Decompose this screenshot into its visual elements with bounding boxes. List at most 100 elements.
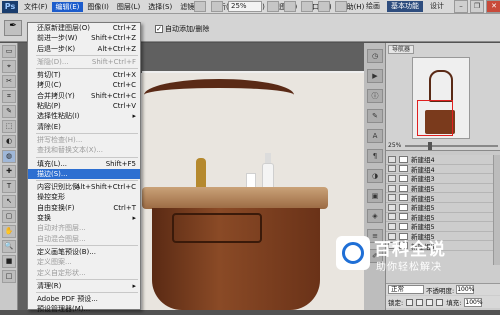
layer-row[interactable]: 新建组5 [386, 222, 500, 232]
layer-row[interactable]: 新建组4 [386, 155, 500, 165]
lock-transparency-icon[interactable] [406, 298, 414, 306]
layer-row[interactable]: 新建组5 [386, 193, 500, 203]
lock-image-icon[interactable] [416, 298, 424, 306]
menu-4[interactable]: 选择(S) [144, 2, 176, 12]
edit-menu-item[interactable]: 变换 ▸ [28, 213, 140, 223]
workspace-design[interactable]: 设计 [426, 1, 448, 12]
layer-visibility-eye-icon[interactable] [388, 155, 396, 163]
fill-input[interactable]: 100% [464, 297, 483, 307]
tool-10-icon[interactable]: ↖ [2, 195, 16, 208]
layers-scrollbar[interactable] [493, 155, 500, 265]
auto-add-delete-option[interactable]: ✓ 自动添加/删除 [155, 24, 209, 34]
edit-menu-item-label: 定义图案... [37, 258, 72, 267]
layer-row[interactable]: 新建组4 [386, 165, 500, 175]
masks-panel-icon[interactable]: ▣ [367, 189, 383, 203]
mini-bridge-button[interactable] [211, 1, 223, 12]
navigator-zoom-slider[interactable] [405, 141, 498, 150]
adjustments-panel-icon[interactable]: ◑ [367, 169, 383, 183]
edit-menu-item[interactable]: 粘贴(P) Ctrl+V [28, 101, 140, 111]
arrange-documents-button[interactable] [318, 1, 330, 12]
layer-name: 新建组5 [411, 223, 435, 232]
tool-6-icon[interactable]: ◐ [2, 135, 16, 148]
layer-visibility-eye-icon[interactable] [388, 184, 396, 192]
edit-menu-item-label: 合并拷贝(Y) [37, 91, 75, 100]
layer-visibility-eye-icon[interactable] [388, 203, 396, 211]
restore-button[interactable]: ❐ [470, 0, 484, 13]
workspace-painting[interactable]: 绘画 [362, 1, 384, 12]
layer-visibility-eye-icon[interactable] [388, 213, 396, 221]
menu-1[interactable]: 编辑(E) [51, 2, 84, 12]
edit-menu-item[interactable]: 操控变形 [28, 192, 140, 202]
blend-mode-select[interactable]: 正常 [388, 285, 424, 294]
tool-3-icon[interactable]: ⌗ [2, 90, 16, 103]
edit-menu-item[interactable]: 选择性粘贴(I) ▸ [28, 111, 140, 121]
edit-menu-item[interactable]: Adobe PDF 预设... [28, 294, 140, 304]
edit-menu-item[interactable]: 清除(E) [28, 122, 140, 132]
layer-visibility-eye-icon[interactable] [388, 222, 396, 230]
navigator-thumbnail[interactable] [412, 57, 470, 139]
history-panel-icon[interactable]: ◷ [367, 49, 383, 63]
edit-menu-item[interactable]: 定义画笔预设(B)... [28, 247, 140, 257]
edit-menu-item[interactable]: 还原新建图层(O) Ctrl+Z [28, 23, 140, 33]
edit-menu-item-label: 描边(S)... [37, 169, 68, 178]
edit-menu-item[interactable]: 后退一步(K) Alt+Ctrl+Z [28, 44, 140, 54]
edit-menu-item[interactable]: 描边(S)... [28, 168, 140, 180]
pen-tool-preset-icon[interactable]: ✒ [4, 20, 22, 36]
watermark: 百科全说 助你轻松解决 [336, 232, 486, 282]
close-button[interactable]: ✕ [486, 0, 500, 13]
layer-visibility-eye-icon[interactable] [388, 194, 396, 202]
navigator-zoom-knob[interactable] [428, 141, 433, 150]
paragraph-panel-icon[interactable]: ¶ [367, 149, 383, 163]
edit-menu-item[interactable]: 前进一步(W) Shift+Ctrl+Z [28, 33, 140, 43]
screen-mode-button[interactable] [335, 1, 347, 12]
info-panel-icon[interactable]: ⓘ [367, 89, 383, 103]
tool-14-icon[interactable]: ■ [2, 255, 16, 268]
edit-menu-item[interactable]: 自由变换(F) Ctrl+T [28, 203, 140, 213]
hand-tool-button[interactable] [267, 1, 279, 12]
opacity-input[interactable]: 100% [456, 285, 474, 294]
layer-row[interactable]: 新建组3 [386, 174, 500, 184]
workspace-essentials[interactable]: 基本功能 [387, 1, 423, 12]
tool-7-icon[interactable]: ◍ [2, 150, 16, 163]
auto-add-delete-checkbox[interactable]: ✓ [155, 25, 163, 33]
tool-1-icon[interactable]: ⌖ [2, 60, 16, 73]
edit-menu-item[interactable]: 清理(R) ▸ [28, 281, 140, 291]
actions-panel-icon[interactable]: ▶ [367, 69, 383, 83]
lock-all-icon[interactable] [436, 298, 444, 306]
tool-9-icon[interactable]: T [2, 180, 16, 193]
tool-0-icon[interactable]: ▭ [2, 45, 16, 58]
menu-0[interactable]: 文件(F) [20, 2, 52, 12]
character-panel-icon[interactable]: A [367, 129, 383, 143]
minimize-button[interactable]: – [454, 0, 468, 13]
zoom-select[interactable]: 25% [228, 1, 262, 12]
tool-2-icon[interactable]: ✂ [2, 75, 16, 88]
navigator-tab[interactable]: 导航器 [388, 45, 415, 54]
edit-menu-item[interactable]: 剪切(T) Ctrl+X [28, 70, 140, 80]
edit-menu-item: 定义自定形状... [28, 268, 140, 278]
zoom-tool-button[interactable] [284, 1, 296, 12]
layer-row[interactable]: 新建组5 [386, 184, 500, 194]
menu-3[interactable]: 图层(L) [113, 2, 144, 12]
edit-menu-item[interactable]: 内容识别比例 Alt+Shift+Ctrl+C [28, 182, 140, 192]
layer-row[interactable]: 新建组5 [386, 213, 500, 223]
tool-5-icon[interactable]: ⬚ [2, 120, 16, 133]
brush-panel-icon[interactable]: ✎ [367, 109, 383, 123]
edit-menu-item[interactable]: 填充(L)... Shift+F5 [28, 159, 140, 169]
edit-menu-item[interactable]: 合并拷贝(Y) Shift+Ctrl+C [28, 91, 140, 101]
styles-panel-icon[interactable]: ◈ [367, 209, 383, 223]
navigator-view-box[interactable] [417, 100, 453, 136]
tool-12-icon[interactable]: ✋ [2, 225, 16, 238]
edit-menu-item[interactable]: 拷贝(C) Ctrl+C [28, 80, 140, 90]
tool-8-icon[interactable]: ✚ [2, 165, 16, 178]
lock-position-icon[interactable] [426, 298, 434, 306]
layer-visibility-eye-icon[interactable] [388, 165, 396, 173]
tool-11-icon[interactable]: ▢ [2, 210, 16, 223]
tool-13-icon[interactable]: 🔍 [2, 240, 16, 253]
layer-row[interactable]: 新建组5 [386, 203, 500, 213]
layer-visibility-eye-icon[interactable] [388, 174, 396, 182]
bridge-button[interactable] [194, 1, 206, 12]
tool-15-icon[interactable]: □ [2, 270, 16, 283]
menu-2[interactable]: 图像(I) [83, 2, 113, 12]
rotate-view-button[interactable] [301, 1, 313, 12]
tool-4-icon[interactable]: ✎ [2, 105, 16, 118]
